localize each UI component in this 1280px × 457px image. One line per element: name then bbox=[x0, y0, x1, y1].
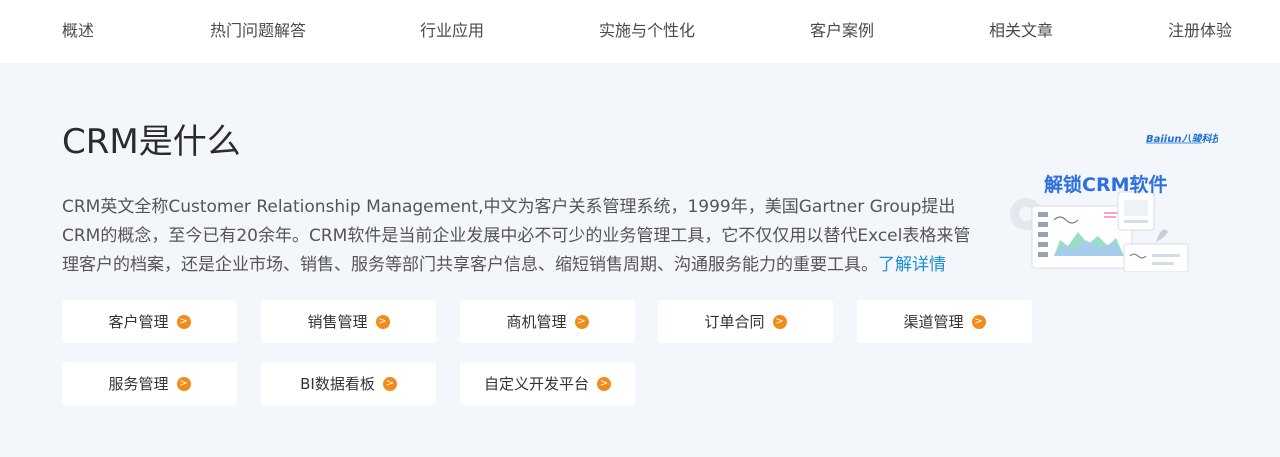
top-navigation: 概述 热门问题解答 行业应用 实施与个性化 客户案例 相关文章 注册体验 bbox=[0, 0, 1280, 63]
banner-title: 解锁CRM软件 bbox=[1044, 174, 1168, 196]
arrow-right-circle-icon: > bbox=[375, 314, 390, 329]
intro-text: CRM英文全称Customer Relationship Management,… bbox=[62, 197, 971, 275]
page-title: CRM是什么 bbox=[62, 122, 241, 162]
feature-label: 渠道管理 bbox=[903, 313, 964, 331]
nav-item-articles[interactable]: 相关文章 bbox=[989, 20, 1053, 42]
feature-label: 销售管理 bbox=[307, 313, 368, 331]
nav-item-faq[interactable]: 热门问题解答 bbox=[210, 20, 306, 42]
feature-label: 自定义开发平台 bbox=[483, 375, 589, 393]
arrow-right-circle-icon: > bbox=[597, 376, 611, 391]
arrow-right-circle-icon: > bbox=[176, 376, 191, 391]
feature-label: 订单合同 bbox=[704, 313, 765, 331]
feature-card-opportunity[interactable]: 商机管理 > bbox=[460, 300, 635, 343]
arrow-right-circle-icon: > bbox=[971, 314, 986, 329]
nav-item-implementation[interactable]: 实施与个性化 bbox=[599, 20, 695, 42]
feature-label: 商机管理 bbox=[506, 313, 567, 331]
learn-more-link[interactable]: 了解详情 bbox=[878, 255, 946, 275]
arrow-right-circle-icon: > bbox=[382, 376, 397, 391]
nav-item-industry[interactable]: 行业应用 bbox=[420, 20, 484, 42]
feature-label: BI数据看板 bbox=[300, 375, 375, 393]
feature-label: 客户管理 bbox=[108, 313, 169, 331]
nav-item-overview[interactable]: 概述 bbox=[62, 20, 94, 42]
nav-item-cases[interactable]: 客户案例 bbox=[810, 20, 874, 42]
banner-logo-underline bbox=[1146, 142, 1202, 144]
nav-item-register[interactable]: 注册体验 bbox=[1168, 20, 1232, 42]
feature-card-bi-dashboard[interactable]: BI数据看板 > bbox=[261, 362, 436, 405]
feature-card-custom-dev-platform[interactable]: 自定义开发平台 > bbox=[460, 362, 635, 405]
feature-card-service[interactable]: 服务管理 > bbox=[62, 362, 237, 405]
feature-card-channel[interactable]: 渠道管理 > bbox=[857, 300, 1032, 343]
feature-card-customer[interactable]: 客户管理 > bbox=[62, 300, 237, 343]
arrow-right-circle-icon: > bbox=[574, 314, 589, 329]
arrow-right-circle-icon: > bbox=[772, 314, 787, 329]
feature-card-sales[interactable]: 销售管理 > bbox=[261, 300, 436, 343]
arrow-right-circle-icon: > bbox=[176, 314, 191, 329]
feature-card-order-contract[interactable]: 订单合同 > bbox=[658, 300, 833, 343]
crm-banner-image[interactable]: Baijun八骏科技 解锁CRM软件 bbox=[996, 122, 1218, 272]
feature-label: 服务管理 bbox=[108, 375, 169, 393]
intro-paragraph: CRM英文全称Customer Relationship Management,… bbox=[62, 193, 977, 280]
